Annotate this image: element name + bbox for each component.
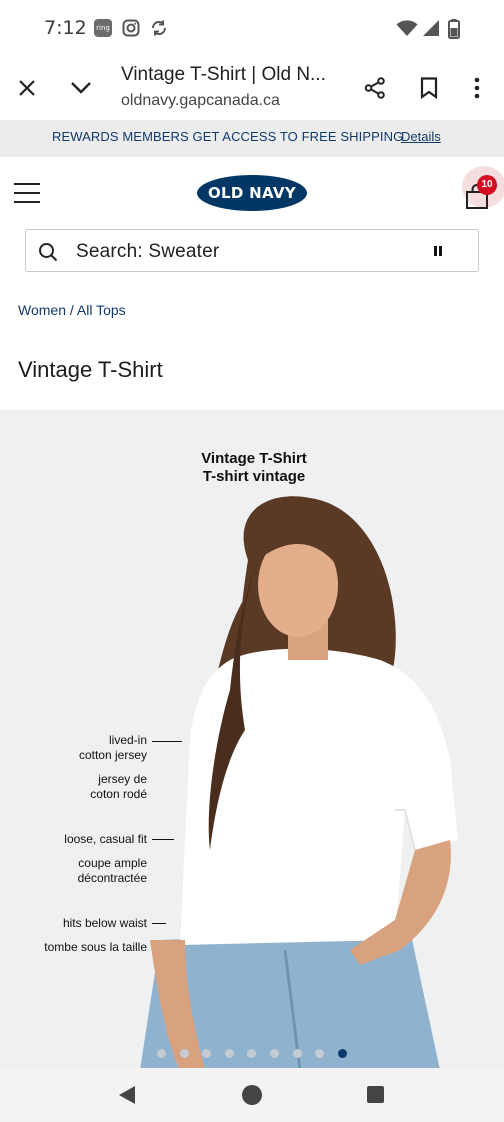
carousel-dot[interactable] bbox=[315, 1049, 325, 1058]
carousel-dot[interactable] bbox=[247, 1049, 257, 1058]
instagram-icon bbox=[122, 19, 140, 42]
carousel-dot[interactable] bbox=[270, 1049, 279, 1058]
carousel-dot[interactable] bbox=[337, 1049, 347, 1058]
callout-text: tombe sous la taille bbox=[44, 940, 147, 954]
search-icon bbox=[38, 242, 58, 267]
chevron-down-icon[interactable] bbox=[61, 68, 101, 108]
carousel-dot[interactable] bbox=[157, 1049, 166, 1058]
callout-text: coupe ample bbox=[78, 856, 147, 870]
callout-line bbox=[152, 923, 166, 924]
signal-icon bbox=[422, 19, 440, 42]
sync-icon bbox=[150, 19, 168, 42]
close-icon[interactable] bbox=[7, 68, 47, 108]
rewards-text: REWARDS MEMBERS GET ACCESS TO FREE SHIPP… bbox=[52, 129, 404, 144]
callout-lived-in: lived-in cotton jersey bbox=[40, 733, 147, 763]
callout-tombe-sous: tombe sous la taille bbox=[10, 940, 147, 955]
carousel-dot[interactable] bbox=[292, 1049, 302, 1058]
product-title: Vintage T-Shirt bbox=[18, 357, 163, 382]
menu-icon[interactable] bbox=[14, 183, 40, 205]
rewards-banner: REWARDS MEMBERS GET ACCESS TO FREE SHIPP… bbox=[0, 120, 504, 157]
carousel-dot[interactable] bbox=[179, 1049, 189, 1058]
more-vert-icon[interactable] bbox=[457, 68, 497, 108]
callout-jersey-de: jersey de coton rodé bbox=[40, 772, 147, 802]
browser-page-title[interactable]: Vintage T-Shirt | Old N... bbox=[121, 64, 346, 86]
details-link[interactable]: Details bbox=[401, 129, 441, 144]
breadcrumb[interactable]: Women / All Tops bbox=[18, 302, 126, 318]
callout-loose-fit: loose, casual fit bbox=[20, 832, 147, 847]
bookmark-icon[interactable] bbox=[409, 68, 449, 108]
callout-text: hits below waist bbox=[62, 916, 147, 930]
search-placeholder: Search: Sweater bbox=[76, 241, 220, 262]
shopping-bag-button[interactable]: 10 bbox=[454, 166, 504, 216]
wifi-icon bbox=[396, 19, 418, 42]
system-nav-bar bbox=[0, 1068, 504, 1122]
pause-icon[interactable] bbox=[428, 241, 448, 261]
callout-hits-below-waist: hits below waist bbox=[20, 916, 147, 931]
home-icon[interactable] bbox=[242, 1085, 262, 1105]
callout-text: décontractée bbox=[77, 871, 147, 885]
carousel-dot[interactable] bbox=[202, 1049, 212, 1058]
recents-icon[interactable] bbox=[367, 1086, 384, 1103]
callout-line bbox=[152, 741, 182, 742]
battery-icon bbox=[448, 19, 460, 44]
share-icon[interactable] bbox=[355, 68, 395, 108]
callout-line bbox=[152, 839, 174, 840]
search-input[interactable]: Search: Sweater bbox=[25, 229, 479, 272]
callout-text: loose, casual fit bbox=[64, 832, 147, 846]
product-image[interactable]: Vintage T-Shirt T-shirt vintage lived-in… bbox=[0, 410, 504, 1070]
carousel-dots bbox=[0, 1049, 504, 1059]
ring-app-icon: ring bbox=[94, 19, 112, 37]
callout-text: jersey de bbox=[98, 772, 147, 786]
callout-text: coton rodé bbox=[90, 787, 147, 801]
bag-count-badge: 10 bbox=[477, 175, 497, 195]
site-header: OLD NAVY 10 bbox=[0, 157, 504, 227]
status-time: 7:12 bbox=[44, 17, 87, 39]
back-icon[interactable] bbox=[118, 1085, 136, 1110]
callout-text: cotton jersey bbox=[78, 748, 147, 762]
carousel-dot[interactable] bbox=[224, 1049, 234, 1058]
callout-text: lived-in bbox=[108, 733, 147, 747]
status-bar: 7:12 ring bbox=[0, 0, 504, 58]
callout-coupe-ample: coupe ample décontractée bbox=[30, 856, 147, 886]
browser-url[interactable]: oldnavy.gapcanada.ca bbox=[121, 92, 280, 110]
browser-toolbar: Vintage T-Shirt | Old N... oldnavy.gapca… bbox=[0, 58, 504, 120]
old-navy-logo[interactable]: OLD NAVY bbox=[197, 175, 307, 211]
